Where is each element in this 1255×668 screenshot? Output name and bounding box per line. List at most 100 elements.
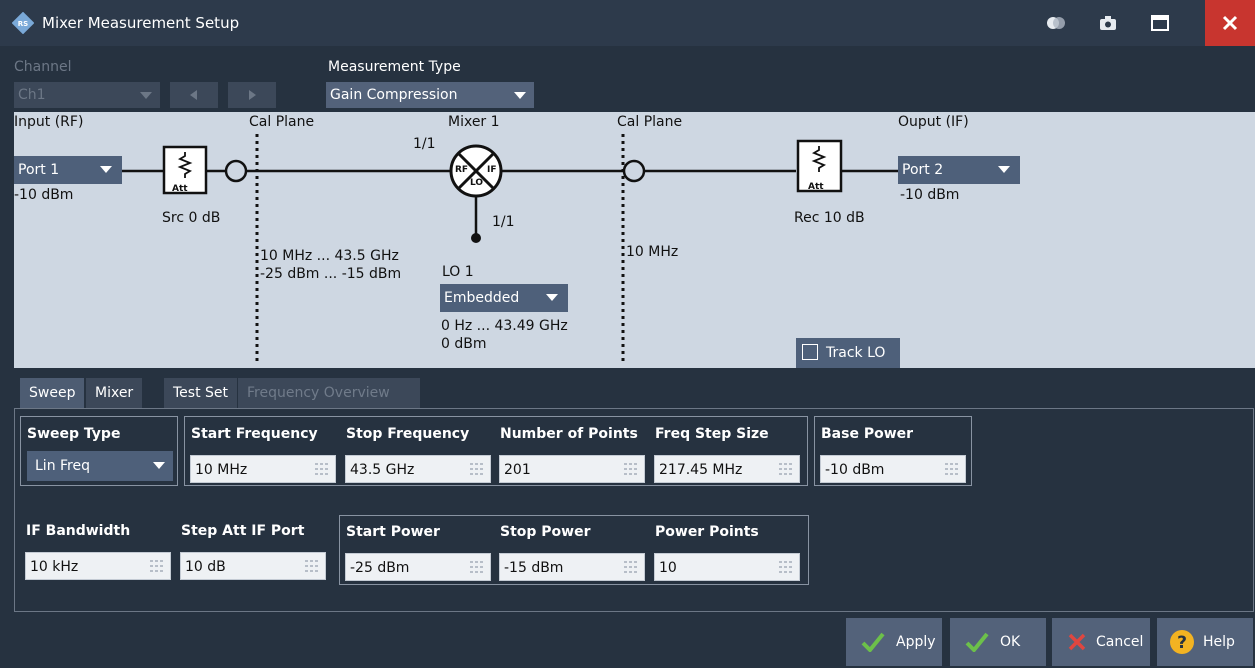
toggle-icon [1047, 17, 1065, 29]
track-lo-checkbox[interactable]: Track LO [796, 338, 900, 368]
cal-plane-right-label: Cal Plane [617, 114, 683, 130]
tab-sweep[interactable]: Sweep [20, 378, 85, 408]
output-power-text: -10 dBm [900, 187, 960, 203]
cal-port-circle-left [224, 159, 248, 183]
freq-step-size-label: Freq Step Size [655, 426, 769, 442]
rf-frequency-range-text: 10 MHz ... 43.5 GHz [260, 248, 399, 264]
cancel-label: Cancel [1096, 634, 1144, 650]
output-if-label: Ouput (IF) [898, 114, 969, 130]
help-button[interactable]: ? Help [1157, 618, 1253, 666]
power-points-input[interactable]: 10 [654, 553, 800, 581]
source-attenuation-text: Src 0 dB [162, 210, 221, 226]
number-of-points-input[interactable]: 201 [499, 455, 645, 483]
channel-next-button[interactable] [228, 82, 276, 108]
number-of-points-label: Number of Points [500, 426, 638, 442]
camera-icon [1100, 16, 1116, 30]
start-frequency-input[interactable]: 10 MHz [190, 455, 336, 483]
svg-text:?: ? [1177, 633, 1187, 653]
stop-power-input[interactable]: -15 dBm [499, 553, 645, 581]
output-port-value: Port 2 [902, 162, 944, 178]
frequency-group: Start Frequency 10 MHz Stop Frequency 43… [184, 416, 808, 486]
step-att-if-port-input[interactable]: 10 dB [180, 552, 326, 580]
tab-frequency-overview[interactable]: Frequency Overview [238, 378, 420, 408]
screenshot-button[interactable] [1088, 6, 1128, 40]
ok-label: OK [1000, 634, 1021, 650]
freq-step-size-value: 217.45 MHz [659, 462, 743, 478]
close-icon [1222, 15, 1238, 31]
maximize-icon [1151, 15, 1169, 31]
power-points-label: Power Points [655, 524, 759, 540]
lo-mode-value: Embedded [444, 290, 520, 306]
close-button[interactable] [1205, 0, 1255, 46]
mixer-lo-ratio: 1/1 [492, 214, 515, 230]
base-power-label: Base Power [821, 426, 914, 442]
step-att-if-port-label: Step Att IF Port [181, 523, 305, 539]
input-rf-label: Input (RF) [14, 114, 84, 130]
chevron-down-icon [514, 92, 526, 99]
input-power-text: -10 dBm [14, 187, 74, 203]
lo-power-text: 0 dBm [441, 336, 487, 352]
measurement-type-label: Measurement Type [328, 59, 461, 75]
mixer-rf-ratio: 1/1 [413, 136, 436, 152]
maximize-button[interactable] [1140, 6, 1180, 40]
keypad-icon [470, 561, 483, 573]
rec-att-icon-text: Att [808, 182, 824, 192]
keypad-icon [305, 560, 318, 572]
chevron-down-icon [546, 294, 558, 301]
stop-frequency-input[interactable]: 43.5 GHz [345, 455, 491, 483]
sweep-type-value: Lin Freq [35, 458, 90, 474]
ok-button[interactable]: OK [950, 618, 1046, 666]
chevron-down-icon [153, 462, 165, 469]
base-power-value: -10 dBm [825, 462, 885, 478]
measurement-type-select[interactable]: Gain Compression [326, 82, 534, 108]
input-port-select[interactable]: Port 1 [14, 156, 122, 184]
start-power-input[interactable]: -25 dBm [345, 553, 491, 581]
toggle-button[interactable] [1036, 6, 1076, 40]
power-sweep-group: Start Power -25 dBm Stop Power -15 dBm P… [339, 515, 809, 585]
channel-select[interactable]: Ch1 [14, 82, 160, 108]
window-title: Mixer Measurement Setup [42, 14, 240, 32]
output-port-select[interactable]: Port 2 [898, 156, 1020, 184]
tab-mixer[interactable]: Mixer [86, 378, 143, 408]
number-of-points-value: 201 [504, 462, 531, 478]
power-points-value: 10 [659, 560, 677, 576]
src-att-icon-text: Att [172, 184, 188, 194]
keypad-icon [779, 561, 792, 573]
if-bandwidth-label: IF Bandwidth [26, 523, 131, 539]
keypad-icon [945, 463, 958, 475]
start-frequency-label: Start Frequency [191, 426, 318, 442]
keypad-icon [150, 560, 163, 572]
mixer-rf-port-text: RF [455, 165, 469, 175]
stop-power-value: -15 dBm [504, 560, 564, 576]
lo-frequency-range-text: 0 Hz ... 43.49 GHz [441, 318, 568, 334]
input-port-value: Port 1 [18, 162, 60, 178]
cal-port-circle-right [622, 159, 646, 183]
tab-test-set[interactable]: Test Set [164, 378, 238, 408]
cancel-button[interactable]: Cancel [1052, 618, 1150, 666]
channel-label: Channel [14, 59, 72, 75]
base-power-input[interactable]: -10 dBm [820, 455, 966, 483]
chevron-down-icon [998, 166, 1010, 173]
apply-label: Apply [896, 634, 936, 650]
checkmark-icon [861, 632, 885, 652]
if-bandwidth-value: 10 kHz [30, 559, 79, 575]
lo-mode-select[interactable]: Embedded [440, 284, 568, 312]
mixer-label: Mixer 1 [448, 114, 500, 130]
keypad-icon [624, 463, 637, 475]
svg-text:RS: RS [18, 20, 28, 28]
track-lo-label: Track LO [826, 345, 886, 361]
stop-frequency-value: 43.5 GHz [350, 462, 415, 478]
receiver-attenuation-text: Rec 10 dB [794, 210, 865, 226]
stop-power-label: Stop Power [500, 524, 591, 540]
rohde-schwarz-logo-icon: RS [12, 12, 34, 34]
freq-step-size-input[interactable]: 217.45 MHz [654, 455, 800, 483]
mixer-if-port-text: IF [487, 165, 497, 175]
if-frequency-text: 10 MHz [626, 244, 679, 260]
if-bandwidth-input[interactable]: 10 kHz [25, 552, 171, 580]
keypad-icon [624, 561, 637, 573]
channel-prev-button[interactable] [170, 82, 218, 108]
sweep-type-select[interactable]: Lin Freq [27, 451, 173, 481]
keypad-icon [470, 463, 483, 475]
apply-button[interactable]: Apply [846, 618, 942, 666]
lo-label: LO 1 [442, 264, 474, 280]
